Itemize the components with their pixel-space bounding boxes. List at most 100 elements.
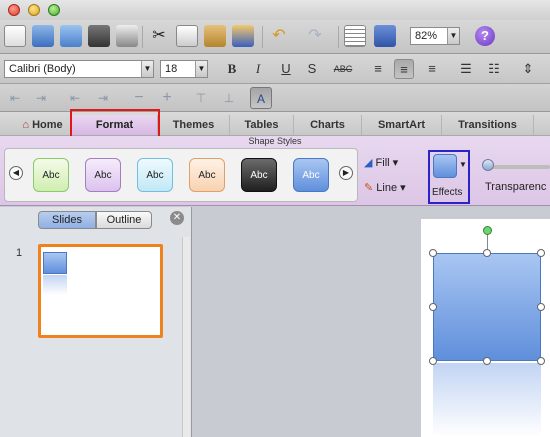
resize-handle[interactable] [429,357,437,365]
resize-handle[interactable] [537,357,545,365]
title-bar [0,0,550,20]
zoom-dropdown-icon[interactable]: ▼ [447,28,459,44]
transparency-slider-thumb[interactable] [482,159,494,171]
resize-handle[interactable] [537,249,545,257]
resize-handle[interactable] [429,249,437,257]
font-size-dropdown-icon[interactable]: ▼ [195,61,207,77]
style-swatch-cyan[interactable]: Abc [137,158,173,192]
swatch-label: Abc [250,170,268,181]
toolbox-icon[interactable] [374,25,396,47]
resize-handle[interactable] [429,303,437,311]
line-button[interactable]: ✎ Line ▾ [364,181,406,194]
swatch-label: Abc [94,170,112,181]
tab-home[interactable]: ⌂ Home [14,115,72,135]
expand-all-icon[interactable]: ⊥ [220,90,238,106]
align-right-icon[interactable]: ≡ [422,59,442,79]
thumbnail-reflection [43,275,67,295]
open-icon[interactable] [60,25,82,47]
font-size-field[interactable]: 18 ▼ [160,60,208,78]
tab-transitions-label: Transitions [458,119,517,131]
cut-icon[interactable]: ✂ [148,25,170,47]
underline-button[interactable]: U [276,59,296,79]
promote-icon[interactable]: ⇤ [6,90,24,106]
tab-tables-label: Tables [244,119,279,131]
slide-thumbnail[interactable] [38,244,163,338]
tab-transitions[interactable]: Transitions [442,115,534,135]
resize-handle[interactable] [483,357,491,365]
align-left-icon[interactable]: ≡ [368,59,388,79]
tab-outline[interactable]: Outline [96,211,152,229]
rotate-handle[interactable] [483,226,492,235]
minimize-window-button[interactable] [28,4,40,16]
expand-icon[interactable]: + [158,90,176,106]
swatch-label: Abc [198,170,216,181]
format-painter-icon[interactable] [232,25,254,47]
bullets-icon[interactable]: ☰ [456,59,476,79]
thumbnail-shape [43,252,67,274]
outline-tab-label: Outline [106,214,142,226]
line-label: Line [376,182,398,194]
strikethrough-button[interactable]: ABC [330,59,356,79]
show-formatting-icon[interactable]: A [250,87,272,109]
fill-bucket-icon: ◢ [364,157,373,169]
close-window-button[interactable] [8,4,20,16]
tab-themes[interactable]: Themes [158,115,230,135]
align-center-icon[interactable]: ≡ [394,59,414,79]
tab-slides[interactable]: Slides [38,211,96,229]
pane-scrollbar[interactable] [182,237,190,437]
style-swatch-blue[interactable]: Abc [293,158,329,192]
font-dropdown-icon[interactable]: ▼ [141,61,153,77]
zoom-window-button[interactable] [48,4,60,16]
line-spacing-icon[interactable]: ⇕ [518,59,538,79]
swatch-label: Abc [146,170,164,181]
toolbar-divider [262,26,263,48]
print-icon[interactable] [116,25,138,47]
tab-smartart-label: SmartArt [377,119,426,131]
save-icon[interactable] [88,25,110,47]
move-up-icon[interactable]: ⇤ [66,90,84,106]
shadow-button[interactable]: S [302,59,322,79]
style-swatch-purple[interactable]: Abc [85,158,121,192]
numbering-icon[interactable]: ☷ [484,59,504,79]
demote-icon[interactable]: ⇥ [32,90,50,106]
gallery-prev-icon[interactable]: ◀ [9,166,23,180]
paste-icon[interactable] [204,25,226,47]
effects-callout [428,150,470,204]
slide-number: 1 [16,247,23,259]
toolbar-divider [338,26,339,48]
help-icon[interactable]: ? [475,26,495,46]
line-pen-icon: ✎ [364,182,374,194]
shape-reflection [433,363,541,437]
formatting-toolbar: Calibri (Body) ▼ 18 ▼ B I U S ABC ≡ ≡ ≡ … [0,54,550,84]
font-name-field[interactable]: Calibri (Body) ▼ [4,60,154,78]
undo-icon[interactable]: ↶ [268,25,290,47]
copy-icon[interactable] [176,25,198,47]
style-swatch-orange[interactable]: Abc [189,158,225,192]
bold-button[interactable]: B [222,59,242,79]
zoom-field[interactable]: 82% ▼ [410,27,460,45]
tab-tables[interactable]: Tables [230,115,294,135]
standard-toolbar: ✂ ↶ ↷ 82% ▼ ? [0,20,550,54]
move-down-icon[interactable]: ⇥ [94,90,112,106]
gallery-icon[interactable] [32,25,54,47]
gallery-next-icon[interactable]: ▶ [339,166,353,180]
toolbar-divider [142,26,143,48]
tab-charts[interactable]: Charts [294,115,362,135]
italic-button[interactable]: I [248,59,268,79]
slides-tab-label: Slides [52,214,82,226]
collapse-all-icon[interactable]: ⊤ [192,90,210,106]
table-icon[interactable] [344,25,366,47]
fill-label: Fill [375,157,390,169]
resize-handle[interactable] [537,303,545,311]
new-icon[interactable] [4,25,26,47]
close-pane-icon[interactable]: ✕ [170,211,184,225]
style-swatch-green[interactable]: Abc [33,158,69,192]
redo-icon[interactable]: ↷ [304,25,326,47]
tab-smartart[interactable]: SmartArt [362,115,442,135]
resize-handle[interactable] [483,249,491,257]
style-swatch-black[interactable]: Abc [241,158,277,192]
selected-shape[interactable] [433,253,541,361]
collapse-icon[interactable]: − [130,90,148,106]
fill-button[interactable]: ◢ Fill ▾ [364,156,398,169]
tab-themes-label: Themes [172,119,215,131]
